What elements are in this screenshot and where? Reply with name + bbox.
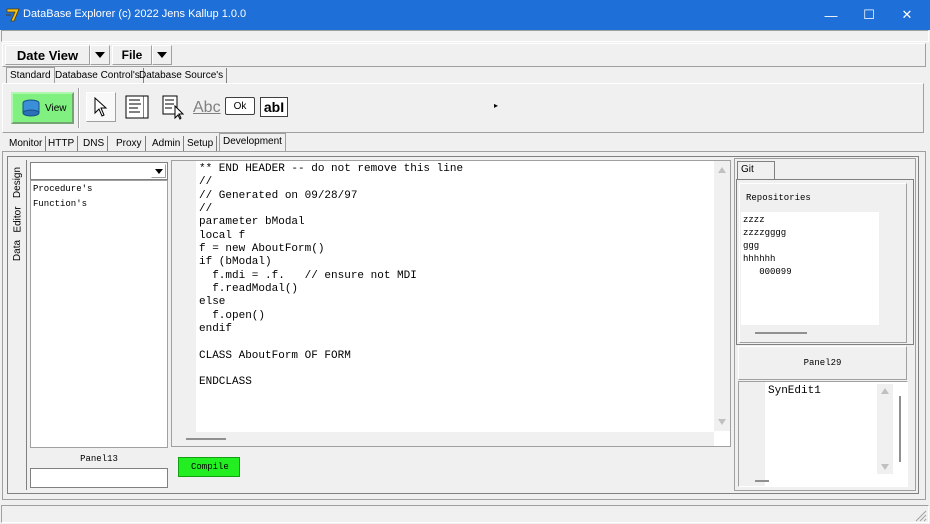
code-line[interactable]: endif (199, 323, 709, 336)
code-line[interactable]: parameter bModal (199, 216, 709, 229)
close-button[interactable]: ✕ (884, 0, 930, 30)
view-button[interactable]: View (11, 92, 74, 124)
procedure-list[interactable]: Procedure's Function's (30, 180, 168, 448)
code-line[interactable]: // (199, 176, 709, 189)
palette-divider (78, 88, 80, 128)
synedit-text: SynEdit1 (768, 385, 821, 397)
code-line[interactable]: f.mdi = .f. // ensure not MDI (199, 270, 709, 283)
pointer-tool[interactable] (86, 92, 116, 122)
side-tab-divider (26, 160, 27, 490)
side-tab-data-label: Data (12, 239, 24, 261)
repository-item[interactable]: 000099 (743, 266, 877, 279)
date-view-menu[interactable]: Date View (5, 45, 90, 65)
synedit-vscroll-thumb[interactable] (899, 396, 901, 462)
repositories-tree[interactable]: zzzz zzzzgggg ggg hhhhhh 000099 (741, 212, 879, 325)
compile-button[interactable]: Compile (178, 457, 240, 477)
label-tool[interactable]: Abc (193, 99, 221, 117)
date-view-dropdown-arrow[interactable] (90, 45, 110, 65)
tab-development[interactable]: Development (219, 133, 286, 151)
scroll-down-icon (881, 464, 889, 470)
editor-vertical-scrollbar[interactable] (714, 161, 730, 431)
chevron-down-icon (157, 52, 167, 58)
code-line[interactable] (199, 363, 709, 376)
code-line[interactable]: // (199, 203, 709, 216)
palette-scroll-right[interactable]: ▸ (494, 101, 498, 110)
tab-http[interactable]: HTTP (45, 136, 79, 152)
editor-hscroll-thumb[interactable] (186, 438, 226, 440)
side-tab-design-label: Design (12, 166, 24, 198)
repository-item[interactable]: hhhhhh (743, 253, 877, 266)
editor-horizontal-scrollbar[interactable] (172, 432, 714, 446)
editor-gutter (172, 161, 196, 446)
status-bar (1, 505, 929, 523)
code-line[interactable]: local f (199, 230, 709, 243)
resize-grip-icon[interactable] (915, 510, 927, 522)
code-line[interactable]: if (bModal) (199, 256, 709, 269)
repository-item[interactable]: zzzzgggg (743, 227, 877, 240)
synedit-hscroll-thumb[interactable] (755, 480, 769, 482)
procedure-dropdown-arrow[interactable] (151, 164, 166, 178)
list-item[interactable]: Function's (31, 198, 167, 211)
panel13: Panel13 (80, 454, 118, 464)
edit-tool[interactable]: abI (260, 97, 288, 117)
synedit-vscrollbar[interactable] (877, 384, 893, 474)
top-strip (1, 30, 929, 42)
side-tab-editor[interactable]: Editor (10, 204, 26, 234)
view-button-label: View (45, 102, 67, 114)
file-dropdown-arrow[interactable] (152, 45, 172, 65)
code-line[interactable]: ENDCLASS (199, 376, 709, 389)
repository-item[interactable]: ggg (743, 240, 877, 253)
file-menu[interactable]: File (112, 45, 152, 65)
app-logo-icon (6, 8, 20, 22)
memo-icon (125, 95, 149, 119)
repositories-hscrollbar[interactable] (741, 325, 904, 341)
code-line[interactable]: f = new AboutForm() (199, 243, 709, 256)
code-line[interactable]: CLASS AboutForm OF FORM (199, 350, 709, 363)
repositories-label: Repositories (746, 193, 811, 203)
listbox-icon (162, 95, 185, 120)
tab-dns[interactable]: DNS (80, 136, 109, 152)
pointer-cursor-icon (94, 97, 108, 117)
panel13-input[interactable] (30, 468, 168, 488)
side-tab-editor-label: Editor (12, 205, 24, 233)
code-lines: ** END HEADER -- do not remove this line… (199, 163, 709, 390)
panel29: Panel29 (738, 346, 907, 380)
tab-admin[interactable]: Admin (149, 136, 185, 152)
scroll-down-icon (718, 419, 726, 425)
side-tab-design[interactable]: Design (10, 160, 26, 204)
chevron-down-icon (154, 168, 163, 174)
code-line[interactable]: f.open() (199, 310, 709, 323)
code-line[interactable]: else (199, 296, 709, 309)
scroll-up-icon (718, 167, 726, 173)
procedure-dropdown[interactable] (30, 162, 168, 180)
chevron-down-icon (95, 52, 105, 58)
database-icon (22, 99, 40, 117)
code-line[interactable]: // Generated on 09/28/97 (199, 190, 709, 203)
list-item[interactable]: Procedure's (31, 181, 167, 198)
code-line[interactable]: ** END HEADER -- do not remove this line (199, 163, 709, 176)
tab-standard[interactable]: Standard (6, 67, 55, 83)
tab-proxy[interactable]: Proxy (113, 136, 146, 152)
code-line[interactable] (199, 336, 709, 349)
tab-monitor[interactable]: Monitor (6, 136, 47, 152)
code-line[interactable]: f.readModal() (199, 283, 709, 296)
side-tab-data[interactable]: Data (10, 234, 26, 266)
repository-item[interactable]: zzzz (743, 214, 877, 227)
scroll-up-icon (881, 388, 889, 394)
button-tool[interactable]: Ok (225, 97, 255, 115)
memo-tool[interactable] (123, 93, 151, 121)
title-bar: DataBase Explorer (c) 2022 Jens Kallup 1… (0, 0, 930, 30)
window-title: DataBase Explorer (c) 2022 Jens Kallup 1… (23, 8, 247, 20)
synedit-gutter (739, 382, 765, 486)
listbox-tool[interactable] (160, 93, 188, 121)
tab-database-sources[interactable]: Database Source's (136, 68, 228, 84)
tab-setup[interactable]: Setup (184, 136, 218, 152)
tab-git[interactable]: Git (737, 161, 775, 179)
repositories-hscroll-thumb[interactable] (755, 332, 807, 334)
tab-database-controls[interactable]: Database Control's (52, 68, 144, 84)
synedit1[interactable]: SynEdit1 (738, 381, 908, 487)
repositories-list: zzzz zzzzgggg ggg hhhhhh 000099 (741, 212, 879, 281)
